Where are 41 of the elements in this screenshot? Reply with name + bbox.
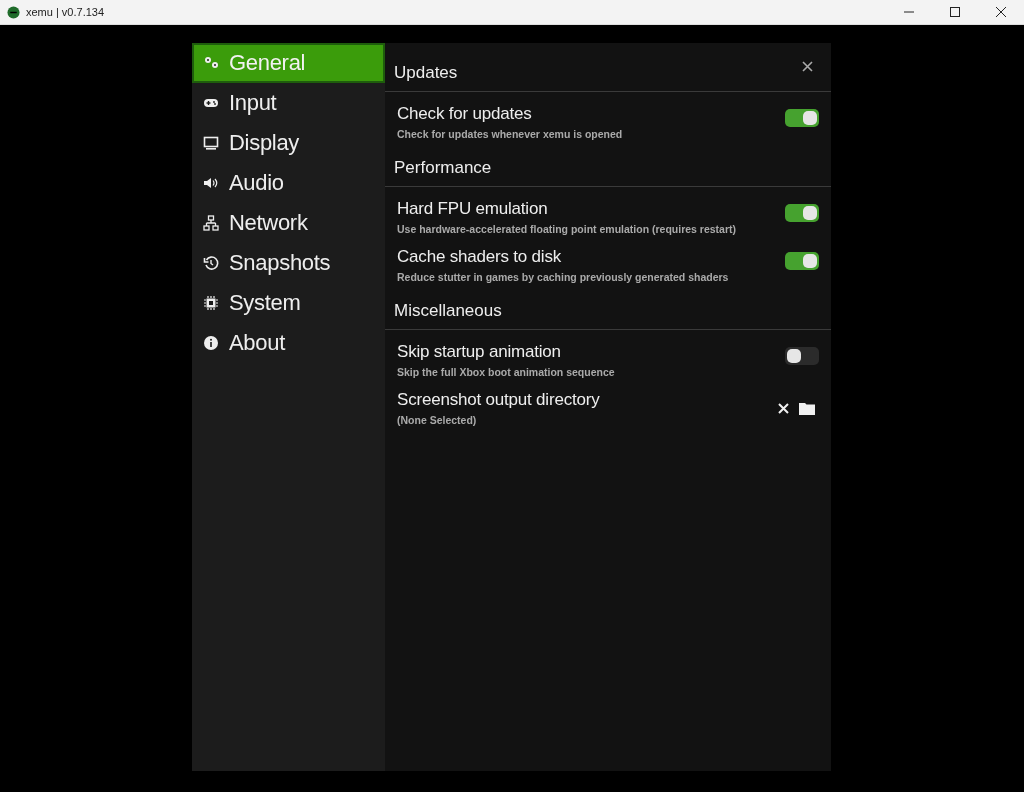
- close-button[interactable]: [802, 61, 813, 72]
- toggle-switch[interactable]: [785, 109, 819, 127]
- chip-icon: [203, 295, 219, 311]
- nav-item[interactable]: Input: [192, 83, 385, 123]
- toggle-switch[interactable]: [785, 347, 819, 365]
- setting-label: Hard FPU emulation: [397, 199, 549, 219]
- nav-item[interactable]: About: [192, 323, 385, 363]
- setting-description: Skip the full Xbox boot animation sequence: [397, 366, 616, 378]
- clear-icon: [778, 403, 789, 414]
- maximize-icon: [950, 7, 960, 17]
- section-heading: Miscellaneous: [385, 291, 831, 330]
- nav-item[interactable]: Display: [192, 123, 385, 163]
- window-title: xemu | v0.7.134: [26, 6, 106, 18]
- speaker-icon: [203, 175, 219, 191]
- setting-description: Reduce stutter in games by caching previously generated shaders: [397, 271, 730, 283]
- nav-item[interactable]: Audio: [192, 163, 385, 203]
- toggle-switch[interactable]: [785, 252, 819, 270]
- setting-label: Cache shaders to disk: [397, 247, 562, 267]
- close-icon: [802, 61, 813, 72]
- setting-label: Skip startup animation: [397, 342, 562, 362]
- folder-icon: [799, 402, 815, 415]
- info-icon: [203, 335, 219, 351]
- nav-item[interactable]: System: [192, 283, 385, 323]
- setting-label: Check for updates: [397, 104, 533, 124]
- toggle-switch[interactable]: [785, 204, 819, 222]
- gears-icon: [203, 55, 219, 71]
- monitor-icon: [203, 135, 219, 151]
- section-heading: Performance: [385, 148, 831, 187]
- nav-item[interactable]: Network: [192, 203, 385, 243]
- close-icon: [996, 7, 1006, 17]
- setting-description: (None Selected): [397, 414, 478, 426]
- section-heading: Updates: [385, 53, 831, 92]
- app-logo-icon: [7, 5, 20, 19]
- history-icon: [203, 255, 219, 271]
- network-icon: [203, 215, 219, 231]
- browse-folder-button[interactable]: [799, 402, 815, 415]
- clear-button[interactable]: [778, 403, 789, 414]
- nav-item[interactable]: Snapshots: [192, 243, 385, 283]
- setting-description: Check for updates whenever xemu is opened: [397, 128, 624, 140]
- setting-description: Use hardware-accelerated floating point emulation (requires restart): [397, 223, 737, 235]
- setting-label: Screenshot output directory: [397, 390, 601, 410]
